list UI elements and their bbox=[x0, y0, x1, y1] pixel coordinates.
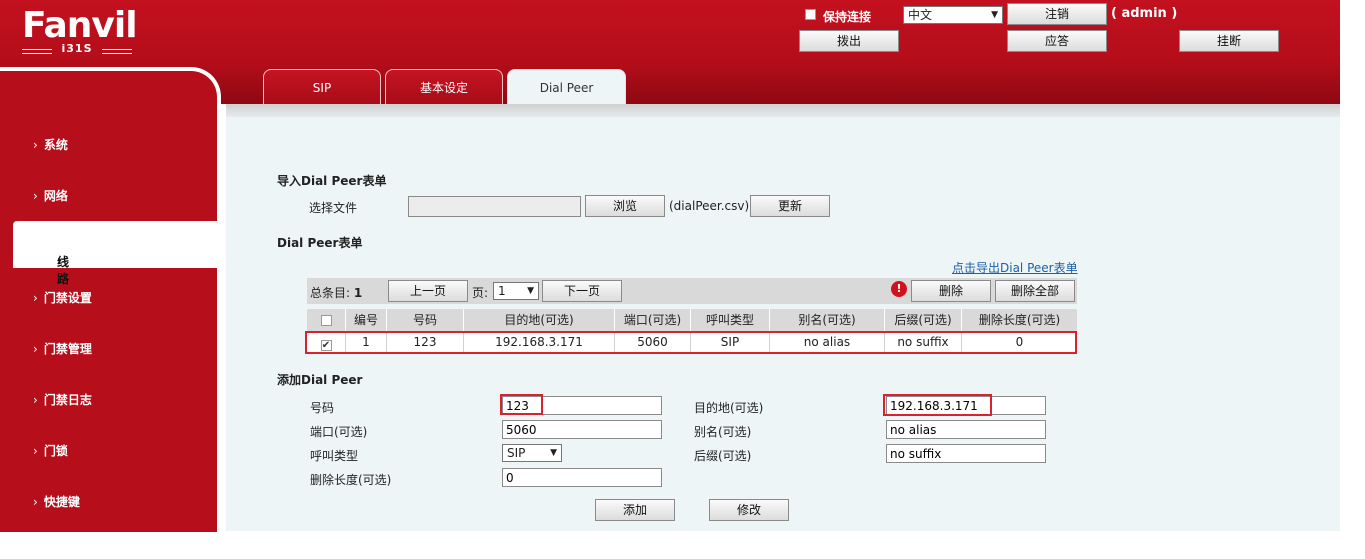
brand-logo: Fanvil bbox=[22, 5, 138, 46]
table-header: 编号 号码 目的地(可选) 端口(可选) 呼叫类型 别名(可选) 后缀(可选) … bbox=[307, 309, 1077, 331]
port-label: 端口(可选) bbox=[310, 425, 368, 439]
tab-bar-divider bbox=[226, 104, 1340, 118]
chevron-right-icon: › bbox=[33, 189, 38, 203]
col-suffix: 后缀(可选) bbox=[885, 309, 962, 331]
tab-dial-peer[interactable]: Dial Peer bbox=[507, 69, 626, 105]
alias-input[interactable] bbox=[886, 420, 1046, 439]
language-select[interactable]: 中文 ▼ bbox=[903, 6, 1003, 24]
sidebar-item-line[interactable]: › 线路 bbox=[13, 221, 221, 286]
chevron-right-icon: › bbox=[33, 291, 38, 305]
col-destination: 目的地(可选) bbox=[464, 309, 615, 331]
choose-file-label: 选择文件 bbox=[309, 201, 358, 215]
destination-highlight-box bbox=[883, 394, 992, 416]
col-delete-length: 删除长度(可选) bbox=[978, 313, 1061, 327]
sidebar-item-label: 系统 bbox=[43, 138, 68, 152]
chevron-down-icon: ▼ bbox=[991, 10, 998, 20]
sidebar-item-network[interactable]: › 网络 bbox=[33, 187, 68, 204]
total-count: 1 bbox=[353, 286, 363, 300]
call-type-select[interactable]: SIP ▼ bbox=[502, 444, 562, 462]
sidebar-item-label: 门锁 bbox=[43, 444, 68, 458]
call-type-label: 呼叫类型 bbox=[310, 449, 359, 463]
warning-icon: ! bbox=[891, 281, 907, 297]
delete-length-input[interactable] bbox=[502, 468, 662, 487]
number-highlight-box bbox=[500, 394, 543, 415]
port-input[interactable] bbox=[502, 420, 662, 439]
language-value: 中文 bbox=[908, 8, 933, 22]
chevron-right-icon: › bbox=[33, 393, 38, 407]
next-page-button[interactable]: 下一页 bbox=[542, 280, 622, 302]
sidebar-item-access-management[interactable]: › 门禁管理 bbox=[33, 340, 92, 357]
chevron-down-icon: ▼ bbox=[550, 448, 557, 458]
keep-online-label: 保持连接 bbox=[823, 10, 872, 24]
page-label: 页: bbox=[472, 286, 489, 300]
sidebar-item-system[interactable]: › 系统 bbox=[33, 136, 68, 153]
model-label: i31S bbox=[22, 42, 132, 55]
file-hint: (dialPeer.csv) bbox=[669, 199, 750, 213]
delete-button[interactable]: 删除 bbox=[911, 280, 991, 302]
sidebar-item-shortcut-keys[interactable]: › 快捷键 bbox=[33, 493, 80, 510]
update-button[interactable]: 更新 bbox=[750, 195, 830, 217]
export-link[interactable]: 点击导出Dial Peer表单 bbox=[952, 259, 1078, 276]
sidebar-item-label: 门禁管理 bbox=[43, 342, 92, 356]
page-value: 1 bbox=[498, 284, 506, 298]
alias-label: 别名(可选) bbox=[694, 425, 752, 439]
total-label-text: 总条目: bbox=[310, 286, 351, 300]
dial-out-button[interactable]: 拨出 bbox=[799, 30, 899, 52]
chevron-right-icon: › bbox=[33, 495, 38, 509]
sidebar-item-label: 网络 bbox=[43, 189, 68, 203]
logout-button[interactable]: 注销 bbox=[1007, 3, 1107, 25]
page-select[interactable]: 1 ▼ bbox=[493, 282, 539, 300]
add-section-title: 添加Dial Peer bbox=[277, 373, 363, 387]
keep-online-checkbox[interactable] bbox=[805, 9, 816, 20]
chevron-right-icon: › bbox=[33, 444, 38, 458]
chevron-right-icon: › bbox=[33, 138, 38, 152]
modify-button[interactable]: 修改 bbox=[709, 499, 789, 521]
delete-length-label: 删除长度(可选) bbox=[310, 473, 392, 487]
col-number: 号码 bbox=[387, 309, 464, 331]
suffix-label: 后缀(可选) bbox=[694, 449, 752, 463]
sidebar-item-line-label: 线路 bbox=[57, 255, 70, 286]
tab-basic-settings[interactable]: 基本设定 bbox=[385, 69, 503, 105]
import-section-title: 导入Dial Peer表单 bbox=[277, 174, 387, 188]
sidebar-item-access-settings[interactable]: › 门禁设置 bbox=[33, 289, 92, 306]
sidebar-item-door-lock[interactable]: › 门锁 bbox=[33, 442, 68, 459]
answer-button[interactable]: 应答 bbox=[1007, 30, 1107, 52]
add-button[interactable]: 添加 bbox=[595, 499, 675, 521]
tab-sip[interactable]: SIP bbox=[263, 69, 381, 105]
suffix-input[interactable] bbox=[886, 444, 1046, 463]
user-label: ( admin ) bbox=[1111, 6, 1178, 21]
number-label: 号码 bbox=[310, 401, 335, 415]
col-call-type: 呼叫类型 bbox=[691, 309, 770, 331]
row-highlight-box bbox=[305, 331, 1077, 354]
destination-label: 目的地(可选) bbox=[694, 401, 764, 415]
col-alias: 别名(可选) bbox=[770, 309, 885, 331]
total-label: 总条目: 1 bbox=[310, 284, 362, 301]
delete-all-button[interactable]: 删除全部 bbox=[995, 280, 1075, 302]
file-path-input[interactable] bbox=[408, 196, 581, 217]
select-all-checkbox[interactable] bbox=[320, 315, 332, 326]
sidebar-item-access-log[interactable]: › 门禁日志 bbox=[33, 391, 92, 408]
hangup-button[interactable]: 挂断 bbox=[1179, 30, 1279, 52]
sidebar-item-label: 门禁设置 bbox=[43, 291, 92, 305]
chevron-down-icon: ▼ bbox=[527, 286, 534, 296]
browse-button[interactable]: 浏览 bbox=[585, 195, 665, 217]
call-type-value: SIP bbox=[507, 446, 526, 460]
col-port: 端口(可选) bbox=[615, 309, 691, 331]
col-no: 编号 bbox=[346, 309, 387, 331]
sidebar-item-label: 门禁日志 bbox=[43, 393, 92, 407]
prev-page-button[interactable]: 上一页 bbox=[388, 280, 468, 302]
sidebar-item-label: 快捷键 bbox=[43, 495, 80, 509]
chevron-right-icon: › bbox=[33, 342, 38, 356]
table-section-title: Dial Peer表单 bbox=[277, 236, 363, 250]
